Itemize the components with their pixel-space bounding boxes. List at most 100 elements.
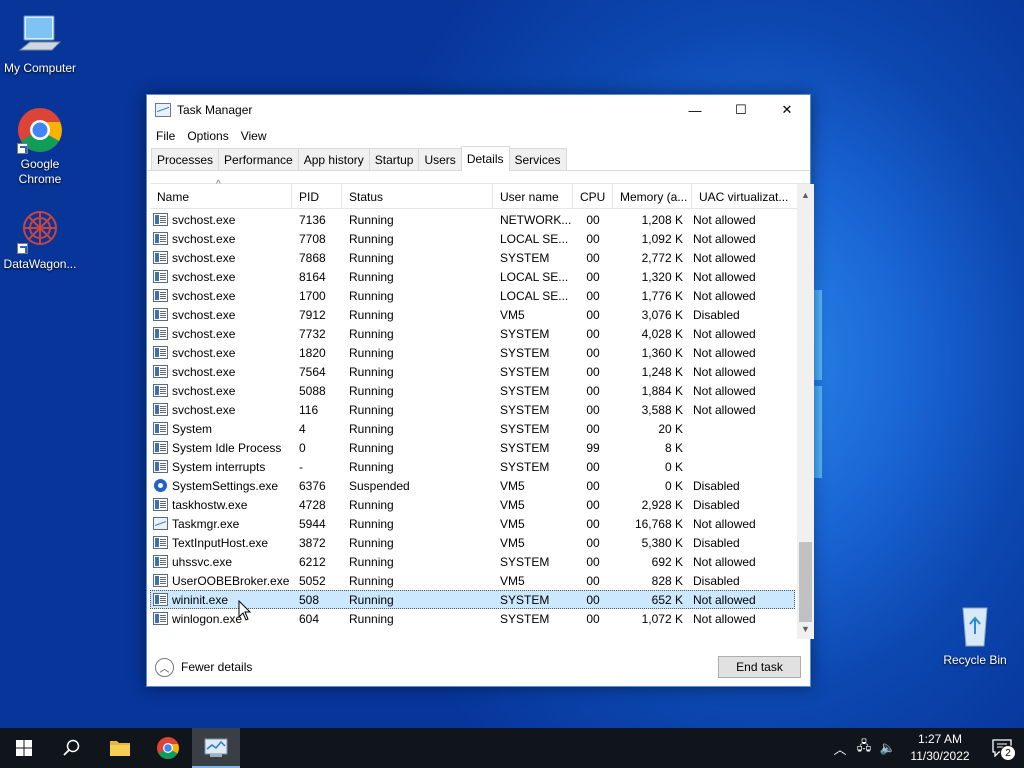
task-manager-taskbar-button[interactable] (192, 728, 240, 768)
column-header-uac[interactable]: UAC virtualizat... (692, 184, 794, 209)
menu-bar: File Options View (147, 125, 810, 147)
tab-performance[interactable]: Performance (218, 148, 299, 170)
tab-details[interactable]: Details (460, 146, 510, 171)
table-row[interactable]: svchost.exe 1700 Running LOCAL SE... 00 1,776… (150, 286, 795, 305)
table-row[interactable]: svchost.exe 1820 Running SYSTEM 00 1,360 K Not… (150, 343, 795, 362)
file-explorer-icon (110, 741, 130, 756)
process-uac: Not allowed (693, 326, 756, 341)
process-status: Running (349, 307, 394, 322)
process-icon (153, 441, 168, 454)
end-task-button[interactable]: End task (718, 656, 801, 678)
process-icon (153, 536, 168, 549)
table-row[interactable]: TextInputHost.exe 3872 Running VM5 00 5,380 K… (150, 533, 795, 552)
clock-date: 11/30/2022 (910, 749, 970, 763)
process-cpu: 00 (586, 459, 600, 474)
menu-view[interactable]: View (235, 129, 273, 143)
table-row[interactable]: svchost.exe 7868 Running SYSTEM 00 2,772 K Not… (150, 248, 795, 267)
table-row[interactable]: taskhostw.exe 4728 Running VM5 00 2,928 K Disa… (150, 495, 795, 514)
process-name: svchost.exe (172, 231, 236, 246)
process-cpu: 00 (586, 212, 600, 227)
window-title: Task Manager (177, 103, 253, 117)
file-explorer-button[interactable] (96, 728, 144, 768)
process-icon (153, 346, 168, 359)
process-pid: 8164 (299, 269, 326, 284)
tab-startup[interactable]: Startup (368, 148, 420, 170)
process-icon (153, 308, 168, 321)
desktop-icon-my-computer[interactable]: My Computer (0, 10, 80, 76)
chrome-icon (157, 737, 179, 759)
table-row[interactable]: System 4 Running SYSTEM 00 20 K (150, 419, 795, 438)
table-row[interactable]: svchost.exe 7708 Running LOCAL SE... 00 1,092… (150, 229, 795, 248)
process-user: SYSTEM (500, 421, 550, 436)
tab-processes[interactable]: Processes (151, 148, 220, 170)
network-icon[interactable]: 🖧 (852, 737, 876, 759)
task-manager-window[interactable]: Task Manager — ☐ ✕ File Options View Pro… (146, 94, 814, 687)
process-icon (153, 289, 168, 302)
table-row[interactable]: UserOOBEBroker.exe 5052 Running VM5 00 828 K D… (150, 571, 795, 590)
column-header-status[interactable]: Status (342, 184, 493, 209)
chrome-taskbar-button[interactable] (144, 728, 192, 768)
process-uac: Disabled (693, 535, 740, 550)
table-row[interactable]: Taskmgr.exe 5944 Running VM5 00 16,768 K Not a… (150, 514, 795, 533)
taskbar: ︿ 🖧 🔈 1:27 AM 11/30/2022 2 (0, 728, 1024, 768)
scrollbar-thumb[interactable] (799, 542, 812, 622)
action-center-button[interactable]: 2 (980, 728, 1024, 768)
search-button[interactable] (48, 728, 96, 768)
table-row[interactable]: svchost.exe 5088 Running SYSTEM 00 1,884 K Not… (150, 381, 795, 400)
column-header-pid[interactable]: PID (292, 184, 342, 209)
process-name: winlogon.exe (172, 611, 243, 626)
process-user: SYSTEM (500, 592, 550, 607)
table-row[interactable]: System Idle Process 0 Running SYSTEM 99 8 K (150, 438, 795, 457)
process-name: svchost.exe (172, 307, 236, 322)
process-status: Running (349, 383, 394, 398)
tab-services[interactable]: Services (508, 148, 567, 170)
desktop-icon-recycle-bin[interactable]: Recycle Bin (935, 602, 1015, 668)
process-uac (686, 457, 791, 476)
vertical-scrollbar[interactable]: ▲ ▼ (797, 184, 814, 639)
process-uac: Disabled (693, 573, 740, 588)
process-uac: Not allowed (693, 231, 756, 246)
process-icon (153, 365, 168, 378)
scroll-down-icon[interactable]: ▼ (797, 620, 814, 637)
process-status: Running (349, 497, 394, 512)
system-tray: ︿ 🖧 🔈 1:27 AM 11/30/2022 2 (828, 728, 1024, 768)
volume-icon[interactable]: 🔈 (876, 740, 900, 756)
table-row[interactable]: svchost.exe 8164 Running LOCAL SE... 00 1,320… (150, 267, 795, 286)
settings-gear-icon (153, 479, 168, 492)
process-icon (153, 460, 168, 473)
fewer-details-link[interactable]: ︿ Fewer details (155, 657, 252, 677)
table-row[interactable]: System interrupts - Running SYSTEM 00 0 K (150, 457, 795, 476)
table-row[interactable]: SystemSettings.exe 6376 Suspended VM5 00 0 K D… (150, 476, 795, 495)
table-row[interactable]: svchost.exe 116 Running SYSTEM 00 3,588 K Not … (150, 400, 795, 419)
maximize-button[interactable]: ☐ (718, 95, 764, 125)
column-header-cpu[interactable]: CPU (573, 184, 613, 209)
clock[interactable]: 1:27 AM 11/30/2022 (900, 731, 980, 765)
tab-users[interactable]: Users (418, 148, 462, 170)
process-cpu: 00 (586, 307, 600, 322)
process-cpu: 00 (586, 288, 600, 303)
close-button[interactable]: ✕ (764, 95, 810, 125)
scroll-up-icon[interactable]: ▲ (797, 186, 814, 203)
process-cpu: 00 (586, 269, 600, 284)
minimize-button[interactable]: — (672, 95, 718, 125)
process-pid: 1700 (299, 288, 326, 303)
chevron-up-icon[interactable]: ︿ (828, 739, 852, 758)
column-header-name[interactable]: Name (150, 184, 292, 209)
start-button[interactable] (0, 728, 48, 768)
table-row[interactable]: svchost.exe 7136 Running NETWORK... 00 1,208 … (150, 210, 795, 229)
process-name: SystemSettings.exe (172, 478, 279, 493)
column-header-user-name[interactable]: User name (493, 184, 573, 209)
desktop-icon-google-chrome[interactable]: Google Chrome (0, 106, 80, 187)
column-header-memory[interactable]: Memory (a... (613, 184, 692, 209)
title-bar[interactable]: Task Manager — ☐ ✕ (147, 95, 810, 125)
table-row[interactable]: svchost.exe 7912 Running VM5 00 3,076 K Disabl… (150, 305, 795, 324)
process-icon (153, 555, 168, 568)
process-memory: 4,028 K (641, 326, 683, 341)
table-row[interactable]: svchost.exe 7564 Running SYSTEM 00 1,248 K Not… (150, 362, 795, 381)
menu-options[interactable]: Options (181, 129, 234, 143)
table-row[interactable]: uhssvc.exe 6212 Running SYSTEM 00 692 K Not al… (150, 552, 795, 571)
tab-app-history[interactable]: App history (297, 148, 370, 170)
desktop-icon-datawagon[interactable]: DataWagon... (0, 206, 80, 272)
table-row[interactable]: svchost.exe 7732 Running SYSTEM 00 4,028 K Not… (150, 324, 795, 343)
menu-file[interactable]: File (150, 129, 181, 143)
